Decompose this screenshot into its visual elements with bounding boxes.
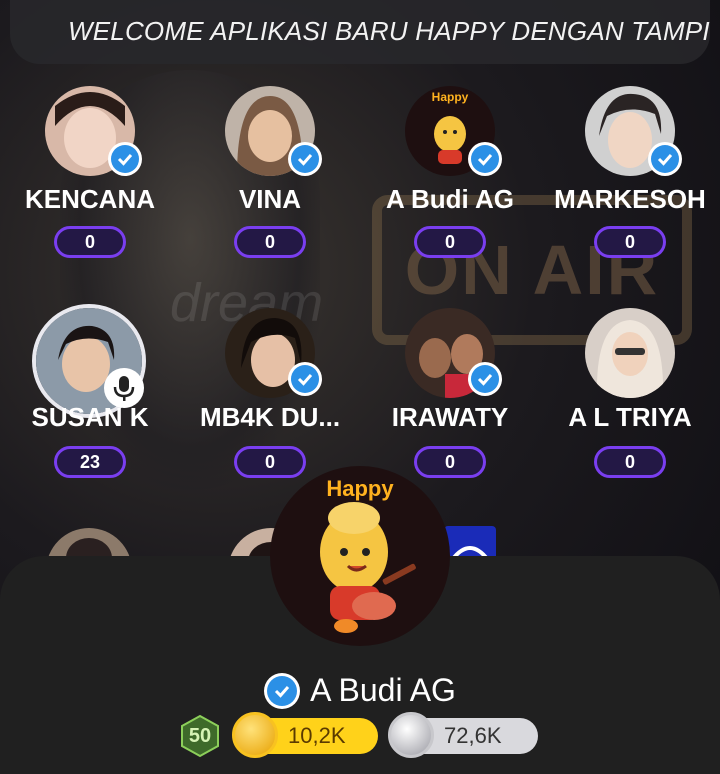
seat-4[interactable]: MARKESOH 0 <box>540 86 720 286</box>
silver-coin-icon <box>388 712 434 758</box>
seat-count: 0 <box>414 446 486 478</box>
seat-name: IRAWATY <box>391 402 509 432</box>
seat-2[interactable]: VINA 0 <box>180 86 360 286</box>
avatar-logo-text: Happy <box>326 476 394 501</box>
avatar-logo-text: Happy <box>431 90 469 104</box>
seat-name: SUSAN K <box>31 402 149 432</box>
seat-8[interactable]: A L TRIYA 0 <box>540 308 720 508</box>
coin-balance[interactable]: 10,2K <box>232 712 378 758</box>
level-badge: 50 <box>178 714 222 758</box>
seat-name: KENCANA <box>25 184 155 214</box>
verified-icon <box>288 362 322 396</box>
profile-name: A Budi AG <box>310 672 456 708</box>
silver-balance[interactable]: 72,6K <box>388 712 538 758</box>
verified-icon <box>264 672 301 709</box>
verified-icon <box>468 362 502 396</box>
seat-count: 0 <box>54 226 126 258</box>
seat-count: 0 <box>594 226 666 258</box>
seat-1[interactable]: KENCANA 0 <box>0 86 180 286</box>
seat-5[interactable]: SUSAN K 23 <box>0 304 180 506</box>
seat-3[interactable]: Happy A Budi AG 0 <box>360 86 540 286</box>
seat-count: 0 <box>234 226 306 258</box>
seat-name: MARKESOH <box>554 184 706 214</box>
profile-name-row: A Budi AG <box>0 672 720 709</box>
avatar <box>585 308 675 398</box>
seat-name: A Budi AG <box>385 184 515 214</box>
seat-name: MB4K DU... <box>199 402 341 432</box>
seat-count: 23 <box>54 446 126 478</box>
banner-text: WELCOME APLIKASI BARU HAPPY DENGAN TAMPI… <box>68 16 710 46</box>
verified-icon <box>648 142 682 176</box>
gold-coin-icon <box>232 712 278 758</box>
level-value: 50 <box>188 724 212 747</box>
verified-icon <box>108 142 142 176</box>
verified-icon <box>288 142 322 176</box>
seat-count: 0 <box>234 446 306 478</box>
profile-avatar[interactable]: Happy <box>270 466 450 646</box>
seat-count: 0 <box>414 226 486 258</box>
seat-count: 0 <box>594 446 666 478</box>
seat-name: VINA <box>238 184 302 214</box>
verified-icon <box>468 142 502 176</box>
welcome-banner: WELCOME APLIKASI BARU HAPPY DENGAN TAMPI… <box>10 0 710 64</box>
profile-stats: 50 10,2K 72,6K <box>178 712 538 758</box>
seat-name: A L TRIYA <box>568 402 692 432</box>
